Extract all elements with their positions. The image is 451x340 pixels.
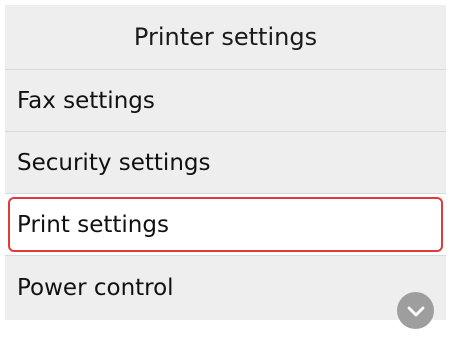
- menu-item-label: Print settings: [17, 211, 169, 238]
- settings-menu: Fax settings Security settings Print set…: [5, 70, 446, 320]
- menu-item-security-settings[interactable]: Security settings: [5, 132, 446, 194]
- printer-settings-screen: Printer settings Fax settings Security s…: [5, 5, 446, 335]
- page-title: Printer settings: [133, 23, 318, 51]
- chevron-down-icon: [407, 306, 424, 316]
- scroll-down-button[interactable]: [397, 292, 434, 329]
- menu-item-power-control[interactable]: Power control: [5, 256, 446, 320]
- menu-item-label: Fax settings: [17, 87, 155, 114]
- menu-item-print-settings[interactable]: Print settings: [5, 194, 446, 256]
- menu-item-fax-settings[interactable]: Fax settings: [5, 70, 446, 132]
- menu-item-label: Security settings: [17, 149, 211, 176]
- menu-item-label: Power control: [17, 275, 174, 301]
- screen-header: Printer settings: [5, 5, 446, 70]
